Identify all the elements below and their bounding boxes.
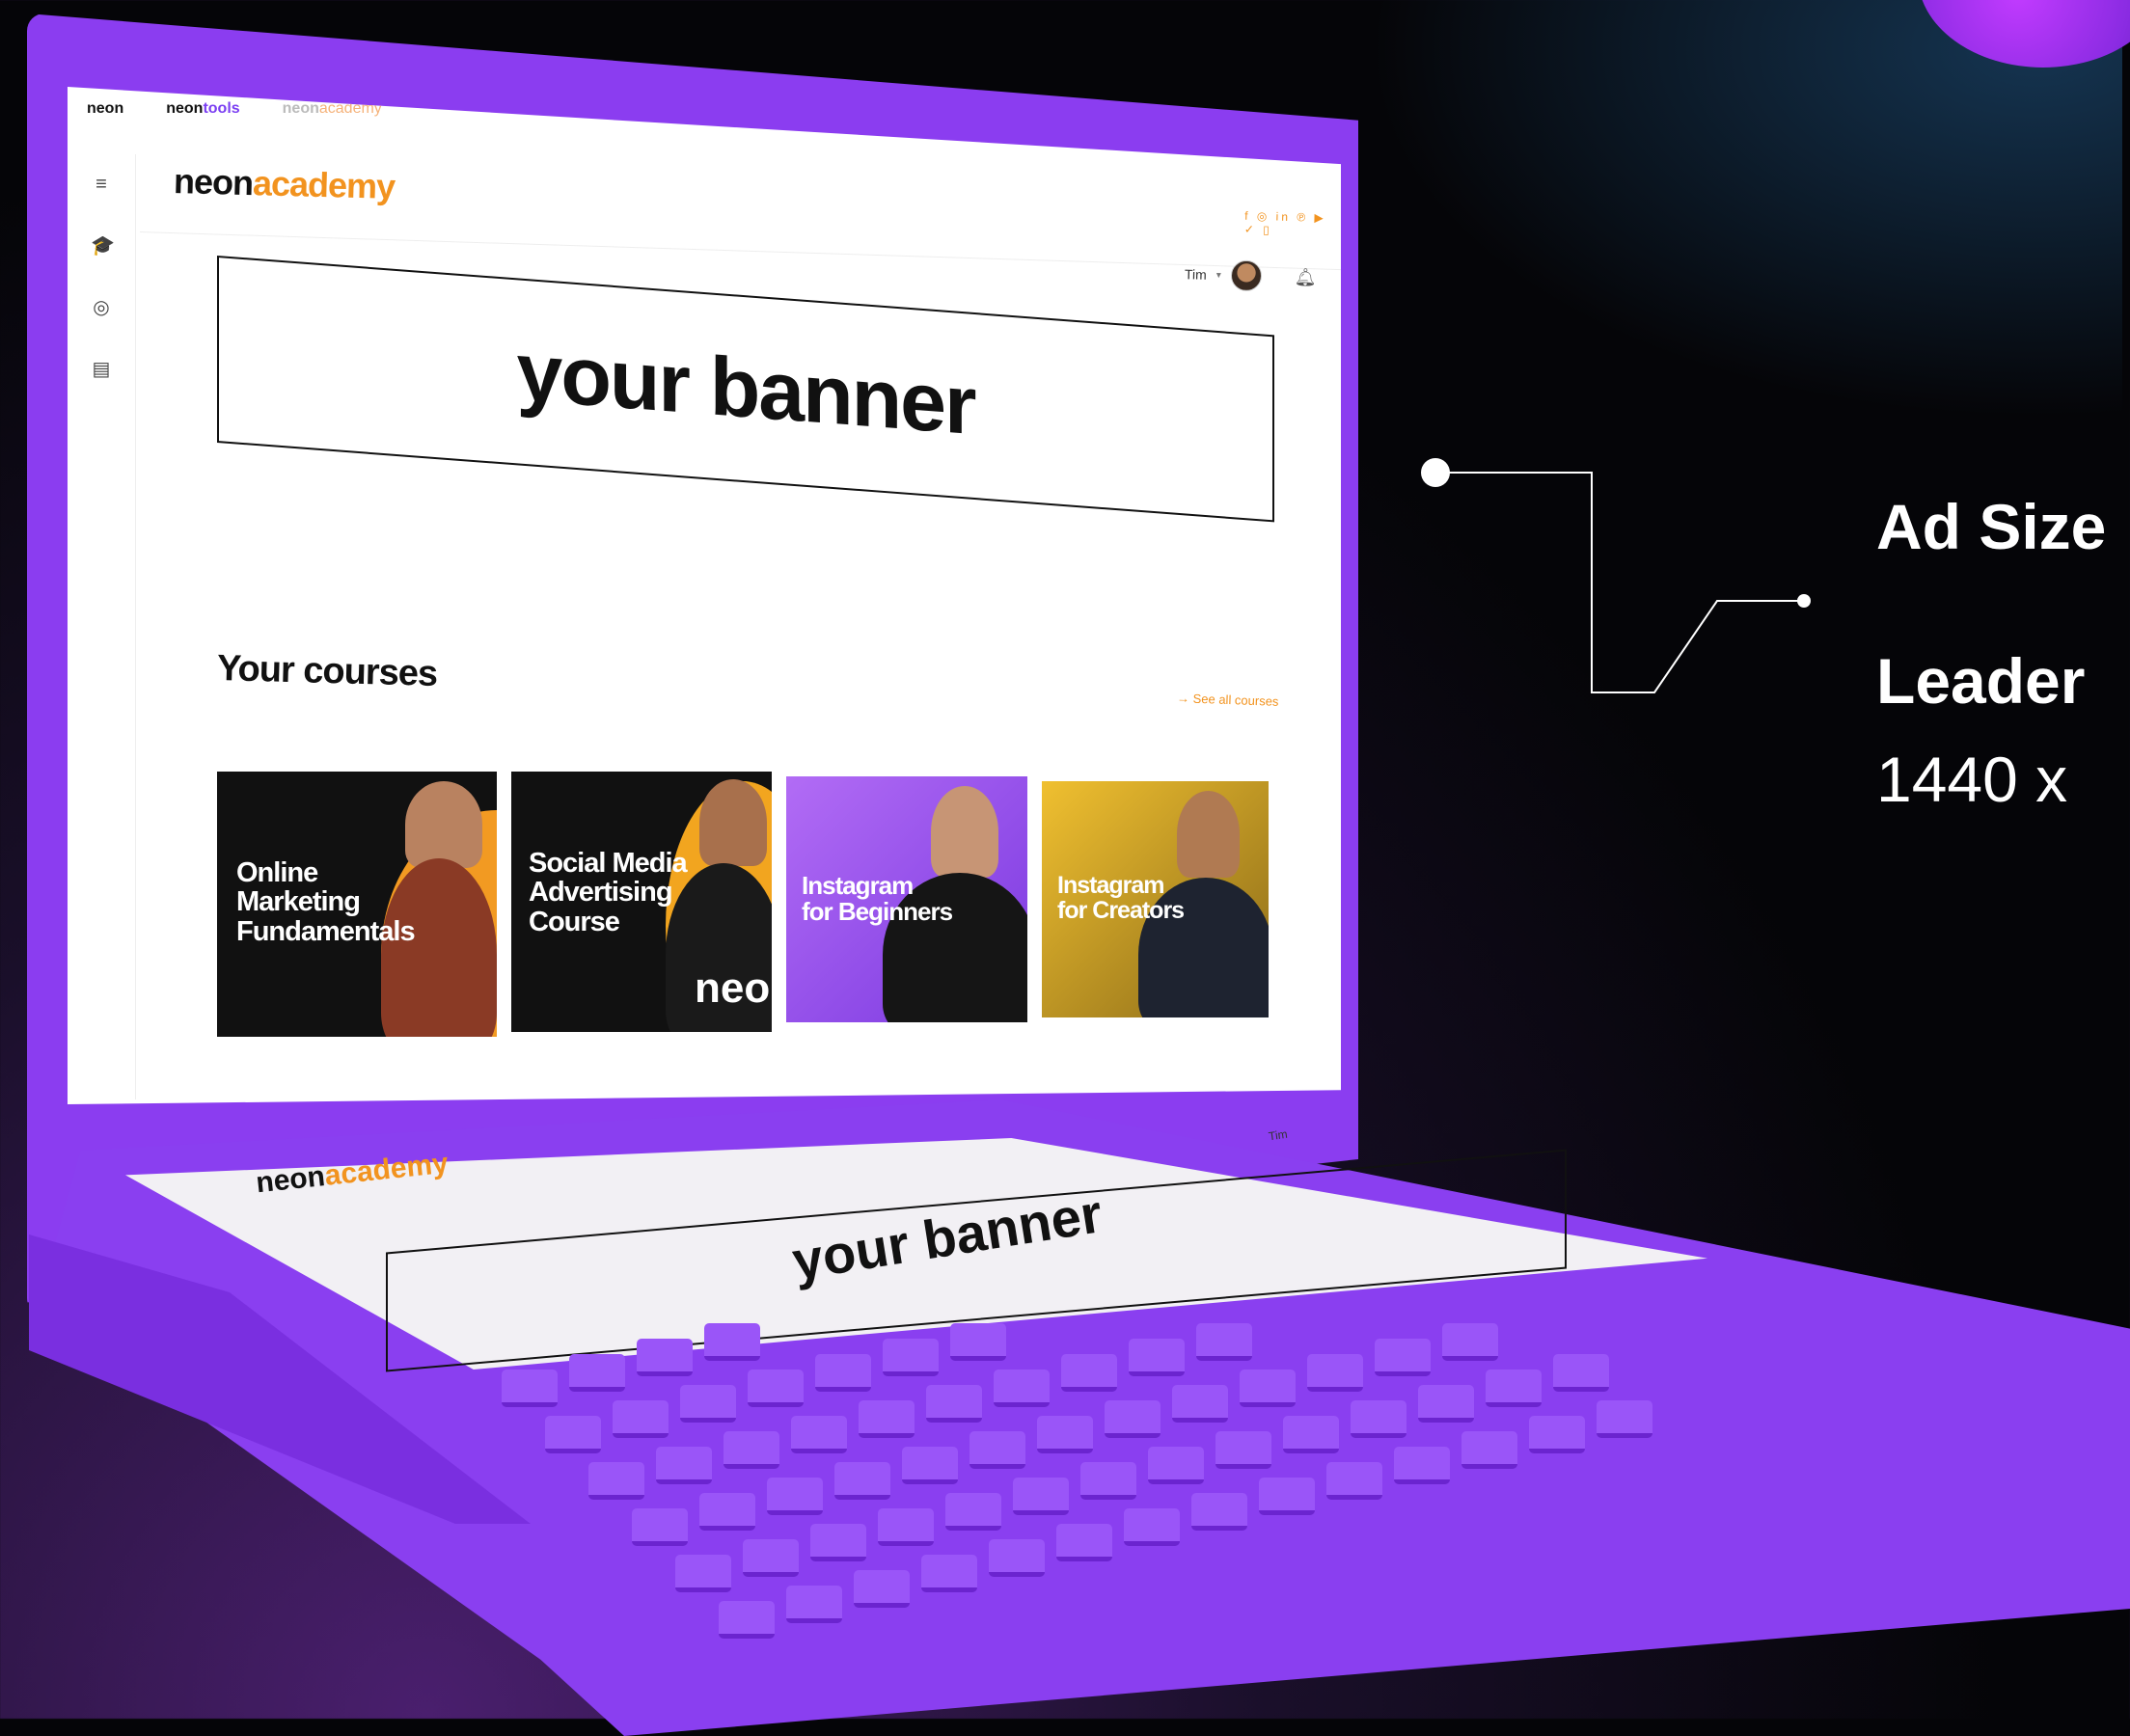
connector-line (1421, 458, 1811, 693)
ad-format-name: Leader (1876, 645, 2086, 717)
ad-dimensions: 1440 x (1876, 744, 2068, 815)
ad-size-label: Ad Size (1876, 491, 2107, 562)
